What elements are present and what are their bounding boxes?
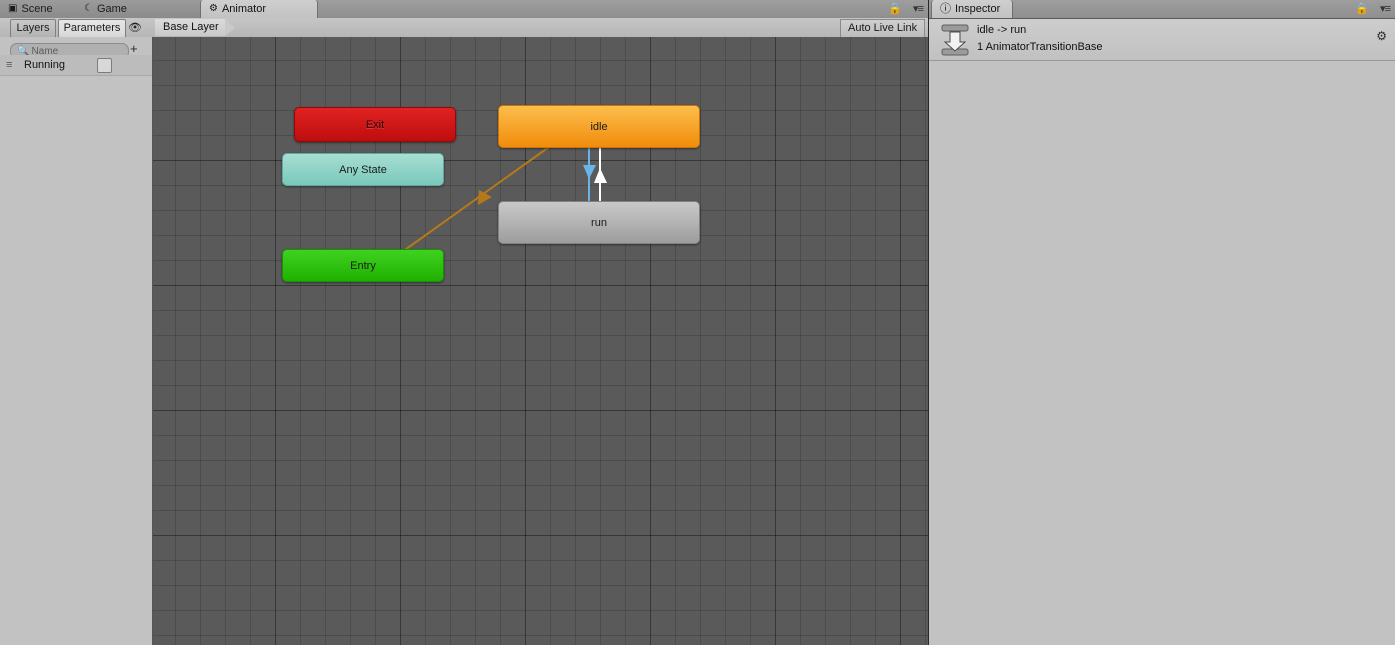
parameters-tab[interactable]: Parameters bbox=[58, 19, 126, 38]
transition-icon bbox=[941, 24, 969, 56]
grid-icon: ▣ bbox=[8, 3, 18, 14]
tab-game-label: Game bbox=[96, 3, 127, 15]
breadcrumb-base-layer[interactable]: Base Layer bbox=[155, 19, 225, 36]
animator-icon: ⚙ bbox=[209, 3, 218, 14]
parameter-row[interactable]: ≡ Running bbox=[0, 55, 152, 76]
inspector-title: idle -> run bbox=[977, 24, 1027, 36]
auto-live-link-button[interactable]: Auto Live Link bbox=[840, 19, 926, 38]
tab-inspector-label: Inspector bbox=[955, 3, 1001, 15]
state-node-entry-label: Entry bbox=[350, 259, 376, 272]
inspector-window: ⓘ Inspector 🔒 ▾≡ idle -> run 1 AnimatorT… bbox=[929, 0, 1395, 645]
state-node-exit[interactable]: Exit bbox=[294, 107, 456, 142]
hamburger-menu-icon[interactable]: ▾≡ bbox=[913, 2, 924, 15]
inspector-header: idle -> run 1 AnimatorTransitionBase ⚙ bbox=[929, 19, 1395, 61]
lock-icon[interactable]: 🔒 bbox=[888, 2, 902, 15]
animator-graph-canvas[interactable]: Exit Any State Entry idle run bbox=[153, 37, 928, 645]
drag-handle-icon[interactable]: ≡ bbox=[6, 59, 18, 71]
parameter-name: Running bbox=[24, 59, 65, 71]
add-parameter-button[interactable]: + bbox=[130, 42, 138, 56]
state-node-any-state-label: Any State bbox=[339, 163, 387, 176]
state-node-entry[interactable]: Entry bbox=[282, 249, 444, 282]
state-node-exit-label: Exit bbox=[365, 118, 385, 131]
gear-icon[interactable]: ⚙ bbox=[1376, 29, 1387, 43]
state-node-any-state[interactable]: Any State bbox=[282, 153, 444, 186]
tab-game[interactable]: ☾ Game bbox=[76, 0, 210, 18]
hamburger-menu-icon[interactable]: ▾≡ bbox=[1380, 2, 1391, 15]
inspector-tab-strip: ⓘ Inspector 🔒 ▾≡ bbox=[929, 0, 1395, 19]
breadcrumb-arrow-icon bbox=[224, 19, 235, 36]
eye-icon[interactable]: 👁 bbox=[126, 19, 144, 36]
info-icon: ⓘ bbox=[940, 3, 951, 15]
state-node-run[interactable]: run bbox=[498, 201, 700, 244]
state-node-run-label: run bbox=[591, 216, 607, 229]
inspector-subtitle: 1 AnimatorTransitionBase bbox=[977, 41, 1103, 53]
tab-animator[interactable]: ⚙ Animator bbox=[200, 0, 318, 18]
tab-scene-label: Scene bbox=[21, 3, 53, 15]
state-node-idle[interactable]: idle bbox=[498, 105, 700, 148]
moon-icon: ☾ bbox=[84, 3, 93, 14]
breadcrumb: Base Layer bbox=[155, 19, 235, 36]
state-node-idle-label: idle bbox=[590, 120, 608, 133]
tab-animator-label: Animator bbox=[221, 3, 266, 15]
parameters-panel: 🔍 Name + ≡ Running bbox=[0, 37, 153, 645]
layers-tab[interactable]: Layers bbox=[10, 19, 56, 38]
parameter-bool-checkbox[interactable] bbox=[97, 57, 112, 73]
window-tab-strip: ▣ Scene ☾ Game ⚙ Animator 🔒 ▾≡ bbox=[0, 0, 928, 19]
tab-inspector[interactable]: ⓘ Inspector bbox=[931, 0, 1014, 18]
animator-window: ▣ Scene ☾ Game ⚙ Animator 🔒 ▾≡ Layers Pa… bbox=[0, 0, 928, 645]
lock-icon[interactable]: 🔒 bbox=[1355, 2, 1369, 15]
